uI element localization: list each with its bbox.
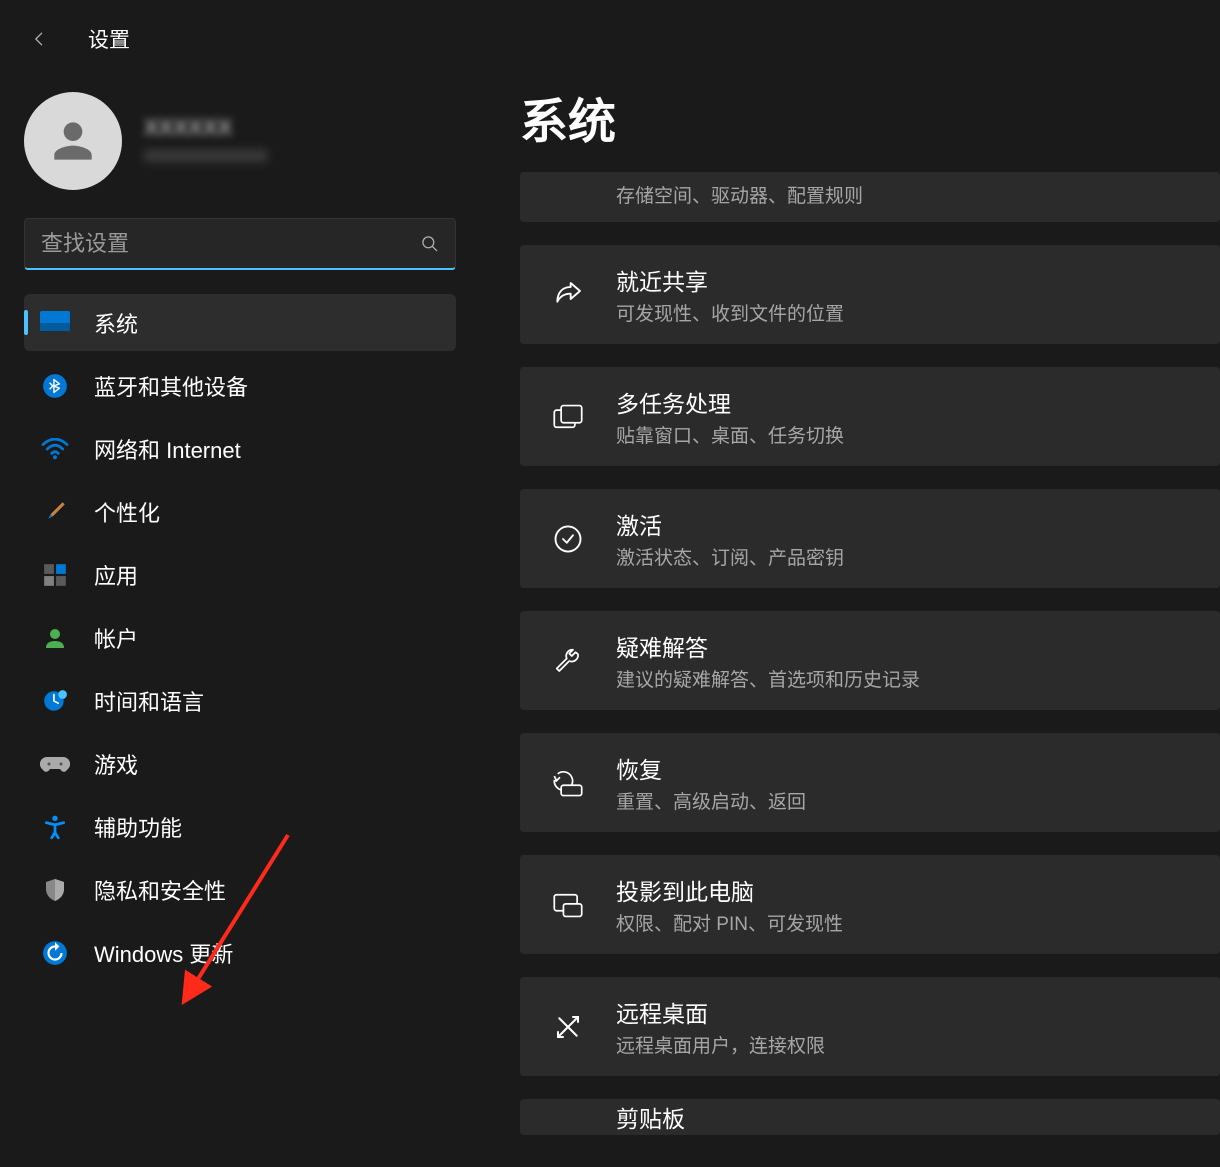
sidebar-item-label: 蓝牙和其他设备 [94,370,248,402]
card-title: 投影到此电脑 [616,873,843,907]
search-field[interactable] [24,218,456,270]
main-content: 系统 存储空间、驱动器、配置规则 就近共享 可发现性、收到文件的位置 [488,66,1220,1167]
search-input[interactable] [24,218,456,270]
card-clipboard[interactable]: 剪贴板 [520,1099,1220,1135]
accessibility-icon [40,812,70,842]
sidebar-item-update[interactable]: Windows 更新 [24,924,456,981]
sidebar-item-label: 个性化 [94,496,160,528]
brush-icon [40,497,70,527]
bluetooth-icon [40,371,70,401]
sidebar-item-label: 游戏 [94,748,138,780]
sidebar-item-system[interactable]: 系统 [24,294,456,351]
sidebar-item-privacy[interactable]: 隐私和安全性 [24,861,456,918]
card-sub: 存储空间、驱动器、配置规则 [616,181,863,208]
sidebar-item-label: Windows 更新 [94,937,233,969]
remote-icon [550,1009,586,1045]
card-storage[interactable]: 存储空间、驱动器、配置规则 [520,172,1220,222]
sidebar: XXXXXX xxxxxxxxxxxxx 系统 [0,66,488,1167]
card-activation[interactable]: 激活 激活状态、订阅、产品密钥 [520,489,1220,588]
card-sub: 激活状态、订阅、产品密钥 [616,543,844,570]
sidebar-item-label: 时间和语言 [94,685,204,717]
wifi-icon [40,434,70,464]
page-title: 系统 [520,82,1220,152]
card-sub: 贴靠窗口、桌面、任务切换 [616,421,844,448]
card-sub: 权限、配对 PIN、可发现性 [616,909,843,936]
sidebar-item-network[interactable]: 网络和 Internet [24,420,456,477]
project-icon [550,887,586,923]
card-multitask[interactable]: 多任务处理 贴靠窗口、桌面、任务切换 [520,367,1220,466]
card-sub: 重置、高级启动、返回 [616,787,806,814]
shield-icon [40,875,70,905]
sidebar-item-bluetooth[interactable]: 蓝牙和其他设备 [24,357,456,414]
card-sub: 可发现性、收到文件的位置 [616,299,844,326]
recovery-icon [550,765,586,801]
sidebar-item-label: 辅助功能 [94,811,182,843]
search-icon [420,234,440,254]
card-title: 多任务处理 [616,385,844,419]
sidebar-item-label: 系统 [94,307,138,339]
check-circle-icon [550,521,586,557]
apps-icon [40,560,70,590]
card-sub: 建议的疑难解答、首选项和历史记录 [616,665,920,692]
sidebar-item-label: 网络和 Internet [94,433,241,465]
sidebar-item-label: 应用 [94,559,138,591]
card-remote-desktop[interactable]: 远程桌面 远程桌面用户，连接权限 [520,977,1220,1076]
sidebar-item-personalization[interactable]: 个性化 [24,483,456,540]
profile-email: xxxxxxxxxxxxx [144,145,268,167]
sidebar-item-accessibility[interactable]: 辅助功能 [24,798,456,855]
profile-name: XXXXXX [144,115,268,141]
card-sub: 远程桌面用户，连接权限 [616,1031,825,1058]
card-title: 激活 [616,507,844,541]
sidebar-item-label: 隐私和安全性 [94,874,226,906]
display-icon [40,308,70,338]
sidebar-item-apps[interactable]: 应用 [24,546,456,603]
person-icon [40,623,70,653]
sidebar-item-time[interactable]: 时间和语言 [24,672,456,729]
card-title: 剪贴板 [616,1100,685,1134]
back-button[interactable] [28,27,52,51]
card-title: 就近共享 [616,263,844,297]
sidebar-nav: 系统 蓝牙和其他设备 网络和 Internet 个性化 [10,294,472,981]
card-troubleshoot[interactable]: 疑难解答 建议的疑难解答、首选项和历史记录 [520,611,1220,710]
card-title: 疑难解答 [616,629,920,663]
multitask-icon [550,399,586,435]
card-nearby-share[interactable]: 就近共享 可发现性、收到文件的位置 [520,245,1220,344]
card-title: 远程桌面 [616,995,825,1029]
gamepad-icon [40,749,70,779]
card-project[interactable]: 投影到此电脑 权限、配对 PIN、可发现性 [520,855,1220,954]
profile-card[interactable]: XXXXXX xxxxxxxxxxxxx [10,76,472,204]
clock-icon [40,686,70,716]
update-icon [40,938,70,968]
avatar [24,92,122,190]
sidebar-item-gaming[interactable]: 游戏 [24,735,456,792]
wrench-icon [550,643,586,679]
window-title: 设置 [88,24,130,54]
sidebar-item-accounts[interactable]: 帐户 [24,609,456,666]
share-icon [550,277,586,313]
card-recovery[interactable]: 恢复 重置、高级启动、返回 [520,733,1220,832]
sidebar-item-label: 帐户 [94,622,138,654]
card-title: 恢复 [616,751,806,785]
